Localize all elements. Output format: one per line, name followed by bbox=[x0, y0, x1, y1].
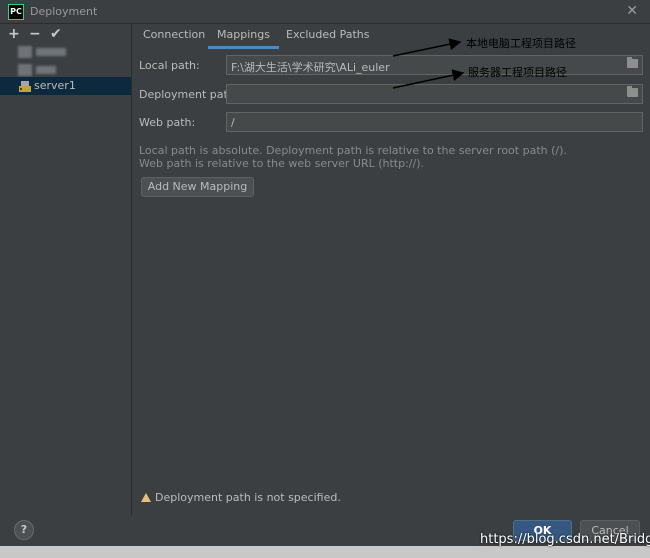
pycharm-app-icon: PC bbox=[8, 4, 24, 20]
deployment-path-label: Deployment path: bbox=[139, 88, 239, 101]
sftp-server-icon bbox=[19, 81, 31, 92]
tab-excluded-paths[interactable]: Excluded Paths bbox=[286, 28, 369, 41]
web-path-field[interactable]: / bbox=[226, 112, 643, 132]
apply-check-button[interactable]: ✔ bbox=[50, 26, 62, 42]
close-icon[interactable]: ✕ bbox=[626, 3, 638, 19]
redacted-server-name bbox=[36, 48, 66, 56]
window-title: Deployment bbox=[30, 5, 98, 18]
folder-browse-icon[interactable] bbox=[627, 86, 638, 97]
server-icon bbox=[18, 46, 32, 58]
redacted-server-name bbox=[36, 66, 56, 74]
web-path-value: / bbox=[231, 116, 235, 129]
add-new-mapping-button[interactable]: Add New Mapping bbox=[141, 177, 254, 197]
mappings-panel: Local path: F:\湖大生活\学术研究\ALi_euler Deplo… bbox=[133, 48, 650, 516]
local-path-field[interactable]: F:\湖大生活\学术研究\ALi_euler bbox=[226, 55, 643, 75]
local-path-label: Local path: bbox=[139, 59, 200, 72]
warning-text: Deployment path is not specified. bbox=[155, 491, 341, 504]
watermark: https://blog.csdn.net/Bridge3 bbox=[480, 532, 650, 547]
validation-warning: Deployment path is not specified. bbox=[141, 491, 341, 504]
tab-connection[interactable]: Connection bbox=[143, 28, 205, 41]
tab-mappings[interactable]: Mappings bbox=[208, 28, 279, 49]
web-path-label: Web path: bbox=[139, 116, 196, 129]
deployment-path-field[interactable] bbox=[226, 84, 643, 104]
path-hint-line: Web path is relative to the web server U… bbox=[139, 157, 425, 170]
annotation-local-path: 本地电脑工程项目路径 bbox=[466, 37, 576, 50]
remove-server-button[interactable]: − bbox=[29, 26, 41, 42]
path-hint-line: Local path is absolute. Deployment path … bbox=[139, 144, 567, 157]
help-button[interactable]: ? bbox=[14, 520, 34, 540]
title-bar: PC Deployment ✕ bbox=[0, 0, 650, 24]
folder-browse-icon[interactable] bbox=[627, 57, 638, 68]
local-path-value: F:\湖大生活\学术研究\ALi_euler bbox=[231, 61, 390, 74]
server-list-item[interactable] bbox=[6, 44, 130, 62]
warning-icon bbox=[141, 493, 151, 502]
server-list-item-server1[interactable]: server1 bbox=[0, 77, 131, 95]
bottom-strip bbox=[0, 546, 650, 558]
server-icon bbox=[18, 64, 32, 76]
server-list-sidebar: + − ✔ server1 bbox=[0, 24, 132, 516]
annotation-server-path: 服务器工程项目路径 bbox=[468, 66, 567, 79]
add-server-button[interactable]: + bbox=[8, 26, 20, 42]
server-name-label: server1 bbox=[34, 79, 76, 92]
